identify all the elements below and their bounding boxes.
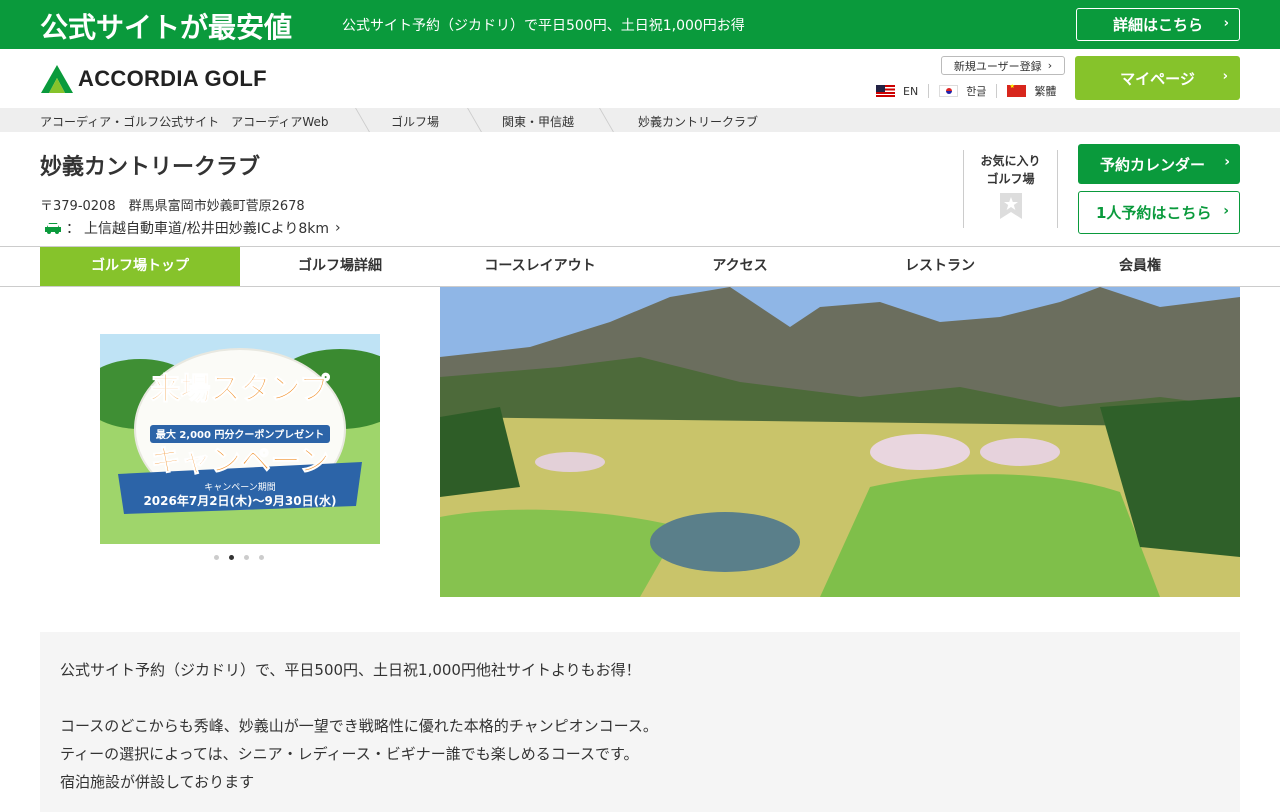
tab-membership[interactable]: 会員権 [1040,247,1240,286]
reservation-calendar-label: 予約カレンダー [1100,155,1206,174]
tab-restaurant[interactable]: レストラン [840,247,1040,286]
chevron-right-icon: › [1223,16,1229,31]
description-line [60,684,1220,712]
logo-text: ACCORDIA GOLF [78,66,267,91]
breadcrumb-item-golf[interactable]: ゴルフ場 [391,113,439,130]
campaign-badge: 最大 2,000 円分クーポンプレゼント [156,428,324,441]
breadcrumb-separator [599,108,614,132]
campaign-banner[interactable]: 来場スタンプ 最大 2,000 円分クーポンプレゼント キャンペーン キャンペー… [100,334,380,544]
single-reservation-button[interactable]: 1人予約はこちら › [1078,191,1240,234]
car-icon [45,223,61,234]
carousel-dot[interactable] [244,555,249,560]
lang-zh[interactable]: 繁體 [1007,83,1057,98]
accordia-logo[interactable]: ACCORDIA GOLF [40,63,267,95]
description-line: 宿泊施設が併設しております [60,773,255,791]
promo-bar: 公式サイトが最安値 公式サイト予約（ジカドリ）で平日500円、土日祝1,000円… [0,0,1280,49]
breadcrumb-item-current: 妙義カントリークラブ [638,115,759,129]
tab-course-layout[interactable]: コースレイアウト [440,247,640,286]
chevron-right-icon: › [335,220,341,236]
mypage-label: マイページ [1120,69,1195,88]
favorite-label-line1: お気に入り [980,154,1041,168]
page-title: 妙義カントリークラブ [40,155,261,180]
lang-en-label: EN [903,84,919,98]
campaign-period-label: キャンペーン期間 [204,482,276,493]
breadcrumb: アコーディア・ゴルフ公式サイト アコーディアWeb ゴルフ場 関東・甲信越 妙義… [0,108,1280,132]
tab-details[interactable]: ゴルフ場詳細 [240,247,440,286]
bookmark-star-icon [999,193,1022,219]
language-switcher: EN 한글 繁體 [876,83,1056,99]
breadcrumb-separator [467,108,482,132]
kr-flag-icon [939,85,959,97]
access-text: 上信越自動車道/松井田妙義ICより8km [84,221,329,237]
lang-ko-label: 한글 [966,85,987,98]
cn-flag-icon [1007,83,1027,97]
chevron-right-icon: › [1223,203,1229,219]
register-link-label: 新規ユーザー登録 [953,59,1042,73]
register-link[interactable]: 新規ユーザー登録 › [941,56,1065,75]
mypage-button[interactable]: マイページ › [1075,56,1240,100]
chevron-right-icon: › [1222,69,1228,84]
promo-subtext: 公式サイト予約（ジカドリ）で平日500円、土日祝1,000円お得 [342,18,745,34]
carousel-dot-active[interactable] [229,555,234,560]
campaign-title-line1: 来場スタンプ [150,372,330,407]
description-line: 公式サイト予約（ジカドリ）で、平日500円、土日祝1,000円他社サイトよりもお… [60,661,641,679]
chevron-right-icon: › [1224,154,1230,170]
promo-detail-button[interactable]: 詳細はこちら › [1076,8,1240,41]
breadcrumb-item-home[interactable]: アコーディア・ゴルフ公式サイト アコーディアWeb [40,113,328,130]
campaign-period: 2026年7月2日(木)〜9月30日(水) [143,493,336,508]
lang-zh-label: 繁體 [1034,85,1057,98]
club-description: 公式サイト予約（ジカドリ）で、平日500円、土日祝1,000円他社サイトよりもお… [40,632,1240,812]
accordia-mark-icon [41,65,73,93]
course-hero-photo [440,287,1240,597]
access-prefix: ： [66,221,80,237]
tab-access[interactable]: アクセス [640,247,840,286]
promo-detail-label: 詳細はこちら [1112,16,1203,34]
favorite-button[interactable]: お気に入り ゴルフ場 [963,150,1058,228]
site-header: ACCORDIA GOLF 新規ユーザー登録 › EN 한글 繁體 マイページ … [0,49,1280,108]
club-nav-tabs: ゴルフ場トップ ゴルフ場詳細 コースレイアウト アクセス レストラン 会員権 [0,246,1280,287]
us-flag-icon [876,85,895,97]
carousel-dot[interactable] [259,555,264,560]
campaign-banner-image: 来場スタンプ 最大 2,000 円分クーポンプレゼント キャンペーン キャンペー… [100,334,380,544]
description-line: コースのどこからも秀峰、妙義山が一望でき戦略性に優れた本格的チャンピオンコース。 [60,717,658,735]
campaign-title-line2: キャンペーン [151,444,330,479]
chevron-right-icon: › [1047,59,1053,72]
breadcrumb-item-region[interactable]: 関東・甲信越 [502,113,574,130]
access-link[interactable]: ： 上信越自動車道/松井田妙義ICより8km › [44,218,341,238]
description-line: ティーの選択によっては、シニア・レディース・ビギナー誰でも楽しめるコースです。 [60,745,639,763]
promo-headline: 公式サイトが最安値 [40,11,293,44]
course-landscape-image [440,287,1240,597]
breadcrumb-separator [355,108,370,132]
single-reservation-label: 1人予約はこちら [1096,204,1212,222]
club-address: 〒379-0208 群馬県富岡市妙義町菅原2678 [40,199,305,214]
favorite-label-line2: ゴルフ場 [986,172,1035,186]
lang-en[interactable]: EN [876,84,930,98]
reservation-calendar-button[interactable]: 予約カレンダー › [1078,144,1240,184]
lang-ko[interactable]: 한글 [939,84,998,98]
favorite-label: お気に入り ゴルフ場 [980,152,1040,188]
tab-top[interactable]: ゴルフ場トップ [40,247,240,286]
carousel-dot[interactable] [214,555,219,560]
carousel-dots [214,555,274,560]
